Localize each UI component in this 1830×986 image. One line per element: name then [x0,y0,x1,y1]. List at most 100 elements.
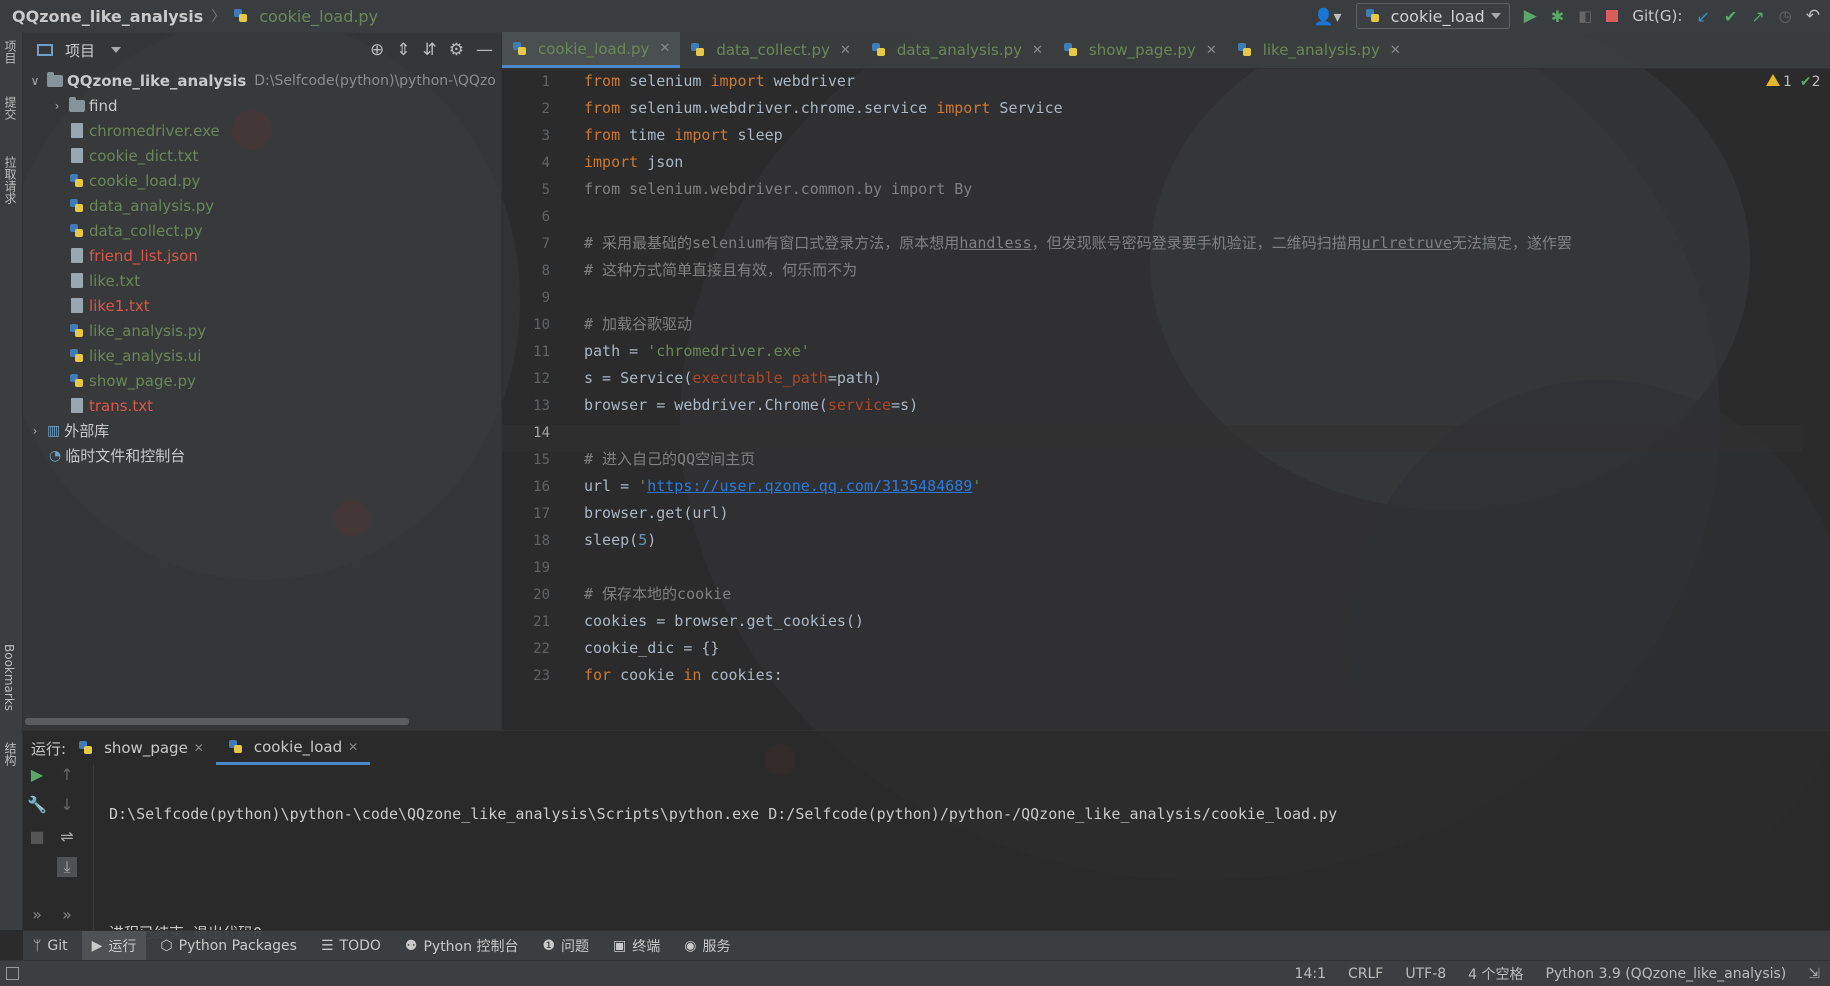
run-tab-cookie-load[interactable]: cookie_load ✕ [215,731,371,765]
history-icon[interactable]: ◷ [1779,7,1792,25]
project-panel-title[interactable]: 项目 [65,40,95,61]
horizontal-scrollbar[interactable] [25,718,409,725]
gear-icon[interactable]: ⚙ [449,40,464,60]
tool-window-services[interactable]: ◉ 服务 [674,931,740,961]
tool-window-run[interactable]: ▶ 运行 [81,931,147,961]
project-tree: ∨ QQzone_like_analysis D:\Selfcode(pytho… [23,68,501,468]
coverage-icon[interactable]: ◧ [1578,7,1592,25]
structure-tool-button[interactable]: 结构 [2,742,19,766]
close-icon[interactable]: ✕ [840,43,851,58]
tab-label: data_analysis.py [896,41,1022,59]
run-configuration-selector[interactable]: cookie_load [1355,3,1510,29]
caret-position[interactable]: 14:1 [1295,966,1326,982]
wrench-icon[interactable]: 🔧 [27,795,47,815]
collapse-all-icon[interactable]: ⇵ [423,40,437,60]
breadcrumb-file[interactable]: cookie_load.py [233,7,378,26]
tab-cookie-load[interactable]: cookie_load.py ✕ [502,32,681,68]
tree-item-external-libraries[interactable]: › ▥ 外部库 [23,418,501,443]
left-tool-strip: 项目 提交 拉取请求 Bookmarks 结构 [0,32,23,930]
tree-item-cookie-load[interactable]: cookie_load.py [23,168,501,193]
chevron-right-icon[interactable]: › [27,424,43,438]
tree-item-like1[interactable]: like1.txt [23,293,501,318]
tool-window-git[interactable]: ᛘ Git [23,931,78,961]
tree-item-like-analysis[interactable]: like_analysis.py [23,318,501,343]
tree-item-data-collect[interactable]: data_collect.py [23,218,501,243]
tab-show-page[interactable]: show_page.py ✕ [1053,32,1227,68]
hide-icon[interactable]: — [476,40,493,60]
close-icon[interactable]: ✕ [659,41,670,56]
git-push-icon[interactable]: ↗ [1751,7,1764,26]
scroll-down-icon[interactable]: ↓ [57,795,77,815]
git-commit-icon[interactable]: ✔ [1724,7,1737,26]
close-icon[interactable]: ✕ [348,740,358,754]
tool-window-python-packages[interactable]: ⬡ Python Packages [150,931,307,961]
expand-all-icon[interactable]: ⇕ [396,40,410,60]
python-file-icon [1237,42,1253,58]
tree-item-scratches[interactable]: ◔ 临时文件和控制台 [23,443,501,468]
run-tab-show-page[interactable]: show_page ✕ [66,731,216,765]
tool-window-todo[interactable]: ☰ TODO [311,931,391,961]
scroll-to-end-icon[interactable]: ⤓ [57,857,77,877]
tool-window-problems[interactable]: ❶ 问题 [532,931,599,961]
tree-root[interactable]: ∨ QQzone_like_analysis D:\Selfcode(pytho… [23,68,501,93]
chevron-right-icon[interactable]: › [49,99,65,113]
more-icon[interactable]: » [57,905,77,925]
line-number: 2 [541,101,550,117]
close-icon[interactable]: ✕ [1390,43,1401,58]
tree-item-chromedriver[interactable]: chromedriver.exe [23,118,501,143]
toggle-tool-windows-icon[interactable] [6,967,19,980]
soft-wrap-icon[interactable]: ⇌ [57,827,77,847]
tree-item-label: 临时文件和控制台 [65,447,186,465]
stop-icon[interactable]: ■ [27,827,47,847]
run-icon[interactable]: ▶ [1524,6,1537,26]
breadcrumb-project[interactable]: QQzone_like_analysis [12,7,203,26]
code-token: ) [647,531,657,549]
check-icon: ✔ [1799,74,1812,90]
line-separator[interactable]: CRLF [1348,966,1383,982]
tool-window-terminal[interactable]: ▣ 终端 [603,931,670,961]
inspections-widget[interactable]: 1 ✔2 [1766,74,1821,90]
commit-tool-button[interactable]: 提交 [2,96,19,120]
warning-indicator[interactable]: 1 [1766,74,1792,90]
tree-item-trans[interactable]: trans.txt [23,393,501,418]
chevron-down-icon[interactable]: ∨ [27,74,43,88]
lock-icon[interactable]: ⇲ [1808,966,1820,982]
tree-item-like[interactable]: like.txt [23,268,501,293]
tree-item-like-analysis-ui[interactable]: like_analysis.ui [23,343,501,368]
close-icon[interactable]: ✕ [1032,43,1043,58]
library-icon: ▥ [47,422,61,439]
ok-indicator[interactable]: ✔2 [1800,74,1821,90]
indent-setting[interactable]: 4 个空格 [1468,964,1523,984]
tab-like-analysis[interactable]: like_analysis.py ✕ [1227,32,1411,68]
rollback-icon[interactable]: ↶ [1806,6,1820,26]
project-tool-button[interactable]: 项目 [2,40,19,64]
tree-item-friend-list[interactable]: friend_list.json [23,243,501,268]
tree-item-cookie-dict[interactable]: cookie_dict.txt [23,143,501,168]
chevron-down-icon [1490,13,1501,19]
tab-data-collect[interactable]: data_collect.py ✕ [680,32,860,68]
locate-icon[interactable]: ⊕ [370,40,384,60]
debug-icon[interactable]: ✱ [1551,7,1564,26]
tool-window-python-console[interactable]: ⚉ Python 控制台 [395,931,529,961]
scroll-up-icon[interactable]: ↑ [57,765,77,785]
tree-item-show-page[interactable]: show_page.py [23,368,501,393]
user-icon[interactable]: 👤▾ [1314,7,1342,26]
stop-icon[interactable] [1606,10,1619,22]
rerun-icon[interactable]: ▶ [27,765,47,785]
file-encoding[interactable]: UTF-8 [1405,966,1446,982]
tree-item-data-analysis[interactable]: data_analysis.py [23,193,501,218]
tab-data-analysis[interactable]: data_analysis.py ✕ [861,32,1053,68]
git-update-icon[interactable]: ↙ [1696,7,1709,26]
chevron-down-icon[interactable] [111,47,122,53]
bookmarks-tool-button[interactable]: Bookmarks [2,644,16,711]
close-icon[interactable]: ✕ [194,741,204,755]
tree-item-label: show_page.py [89,371,196,390]
code-editor[interactable]: from selenium import webdriver from sele… [584,68,1764,700]
python-interpreter[interactable]: Python 3.9 (QQzone_like_analysis) [1546,966,1787,982]
code-comment: handless [959,234,1032,252]
tree-item-find[interactable]: › find [23,93,501,118]
pull-requests-tool-button[interactable]: 拉取请求 [2,156,19,204]
code-url-link[interactable]: https://user.qzone.qq.com/3135484689 [647,477,972,495]
more-icon[interactable]: » [27,905,47,925]
close-icon[interactable]: ✕ [1206,43,1217,58]
